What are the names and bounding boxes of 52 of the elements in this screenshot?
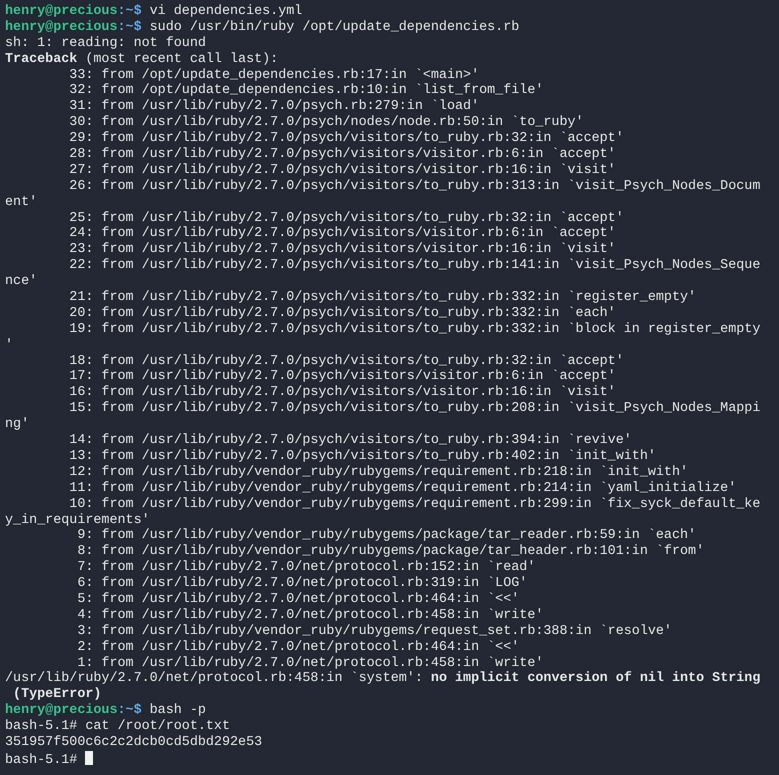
- output-text: 19: from /usr/lib/ruby/2.7.0/psych/visitors/to_ruby.rb:332:in `block in register_empty: [68, 322, 760, 337]
- output-text: 3: from /usr/lib/ruby/vendor_ruby/rubygems/request_set.rb:388:in `resolve': [76, 624, 672, 639]
- output-text: 12: from /usr/lib/ruby/vendor_ruby/rubygems/requirement.rb:218:in `init_with': [68, 464, 688, 480]
- output-text: 13: from /usr/lib/ruby/2.7.0/psych/visitors/to_ruby.rb:402:in `init_with': [68, 448, 656, 464]
- output-text: 5: from /usr/lib/ruby/2.7.0/net/protocol.rb:464:in `<<': [76, 592, 520, 607]
- output-text: sh: 1: reading: not found: [5, 36, 206, 51]
- command-text: vi dependencies.yml: [150, 4, 302, 19]
- command-text: sudo /usr/bin/ruby /opt/update_dependencies.rb: [150, 20, 520, 35]
- output-text: Traceback (most recent call last):: [5, 52, 278, 67]
- output-text: ent': [5, 194, 38, 210]
- shell-prompt: henry@precious:~$: [5, 20, 142, 35]
- output-text: 7: from /usr/lib/ruby/2.7.0/net/protocol.rb:152:in `read': [76, 560, 536, 576]
- output-text: 11: from /usr/lib/ruby/vendor_ruby/rubygems/requirement.rb:214:in `yaml_initialize': [68, 480, 736, 496]
- output-text: /usr/lib/ruby/2.7.0/net/protocol.rb:458:in `system': no implicit conversion of nil into String: [5, 671, 760, 686]
- shell-prompt: bash-5.1#: [5, 752, 78, 768]
- output-text: 25: from /usr/lib/ruby/2.7.0/psych/visitors/to_ruby.rb:32:in `accept': [68, 210, 624, 226]
- output-text: 22: from /usr/lib/ruby/2.7.0/psych/visitors/to_ruby.rb:141:in `visit_Psych_Nodes_Seque: [68, 258, 760, 274]
- output-text: ': [5, 338, 14, 353]
- output-text: y_in_requirements': [5, 512, 150, 528]
- output-text: nce': [5, 274, 38, 290]
- output-text: 8: from /usr/lib/ruby/vendor_ruby/rubygems/package/tar_header.rb:101:in `from': [76, 544, 704, 560]
- output-text: 27: from /usr/lib/ruby/2.7.0/psych/visitors/visitor.rb:16:in `visit': [68, 162, 616, 178]
- output-text: 29: from /usr/lib/ruby/2.7.0/psych/visitors/to_ruby.rb:32:in `accept': [68, 131, 624, 146]
- output-text: 26: from /usr/lib/ruby/2.7.0/psych/visitors/to_ruby.rb:313:in `visit_Psych_Nodes_Docum: [68, 178, 760, 194]
- error-type-text: (TypeError): [12, 687, 102, 702]
- output-text: 14: from /usr/lib/ruby/2.7.0/psych/visitors/to_ruby.rb:394:in `revive': [68, 433, 632, 448]
- output-text: 2: from /usr/lib/ruby/2.7.0/net/protocol.rb:464:in `<<': [76, 640, 520, 655]
- shell-prompt: bash-5.1#: [5, 719, 78, 734]
- command-text: cat /root/root.txt: [85, 719, 230, 734]
- output-text: 24: from /usr/lib/ruby/2.7.0/psych/visitors/visitor.rb:6:in `accept': [68, 226, 616, 242]
- output-text: 4: from /usr/lib/ruby/2.7.0/net/protocol.rb:458:in `write': [76, 608, 544, 623]
- output-text: 30: from /usr/lib/ruby/2.7.0/psych/nodes/node.rb:50:in `to_ruby': [68, 115, 584, 130]
- output-text: 1: from /usr/lib/ruby/2.7.0/net/protocol.rb:458:in `write': [76, 656, 544, 671]
- output-text: 21: from /usr/lib/ruby/2.7.0/psych/visitors/to_ruby.rb:332:in `register_empty': [68, 290, 696, 306]
- output-text: 9: from /usr/lib/ruby/vendor_ruby/rubygems/package/tar_reader.rb:59:in `each': [76, 528, 696, 544]
- output-text: 15: from /usr/lib/ruby/2.7.0/psych/visitors/to_ruby.rb:208:in `visit_Psych_Nodes_Mappi: [68, 401, 760, 416]
- shell-prompt: henry@precious:~$: [5, 703, 142, 718]
- output-text: 16: from /usr/lib/ruby/2.7.0/psych/visitors/visitor.rb:16:in `visit': [68, 385, 616, 400]
- output-text: 31: from /usr/lib/ruby/2.7.0/psych.rb:279:in `load': [68, 99, 480, 114]
- shell-prompt: henry@precious:~$: [5, 4, 142, 19]
- output-text: ng': [5, 417, 30, 432]
- output-text: 17: from /usr/lib/ruby/2.7.0/psych/visitors/visitor.rb:6:in `accept': [68, 369, 616, 384]
- output-text: 32: from /opt/update_dependencies.rb:10:in `list_from_file': [68, 83, 544, 98]
- output-text: 6: from /usr/lib/ruby/2.7.0/net/protocol.rb:319:in `LOG': [76, 576, 528, 592]
- output-text: 20: from /usr/lib/ruby/2.7.0/psych/visitors/to_ruby.rb:332:in `each': [68, 306, 616, 321]
- output-text: 10: from /usr/lib/ruby/vendor_ruby/rubygems/requirement.rb:299:in `fix_syck_default_ke: [68, 496, 760, 512]
- output-text: 351957f500c6c2c2dcb0cd5dbd292e53: [5, 734, 262, 750]
- output-text: 23: from /usr/lib/ruby/2.7.0/psych/visitors/visitor.rb:16:in `visit': [68, 242, 616, 258]
- output-text: 33: from /opt/update_dependencies.rb:17:in `<main>': [68, 68, 480, 83]
- output-text: 18: from /usr/lib/ruby/2.7.0/psych/visitors/to_ruby.rb:32:in `accept': [68, 354, 624, 369]
- output-text: 28: from /usr/lib/ruby/2.7.0/psych/visitors/visitor.rb:6:in `accept': [68, 147, 616, 162]
- command-text: bash -p: [150, 703, 206, 718]
